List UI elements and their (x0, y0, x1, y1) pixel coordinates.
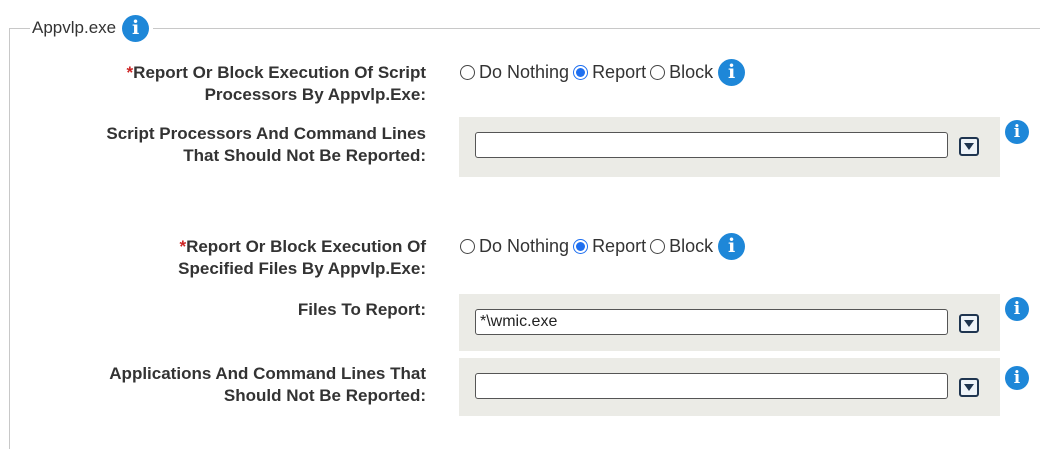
files-to-report-label: Files To Report: (298, 299, 426, 321)
radio-label: Do Nothing (479, 236, 570, 256)
script-processors-exclusions-label: Script Processors And Command Lines That… (106, 123, 426, 167)
radio-label: Report (592, 236, 647, 256)
radio-button[interactable] (650, 65, 666, 80)
radio-label: Block (669, 62, 714, 82)
radio-do-nothing[interactable]: Do Nothing (460, 236, 569, 257)
label-line2: Processors By Appvlp.Exe: (204, 85, 426, 104)
dropdown-arrow-icon[interactable] (959, 314, 979, 333)
info-icon[interactable]: i (1005, 120, 1029, 144)
label-line1: Script Processors And Command Lines (106, 124, 426, 143)
info-icon[interactable]: i (718, 59, 746, 86)
section-title: Appvlp.exe (32, 18, 117, 37)
info-icon[interactable]: i (718, 233, 746, 260)
radio-button[interactable] (650, 239, 666, 254)
files-to-report-panel (459, 294, 1000, 351)
radio-block[interactable]: Block (650, 62, 713, 83)
radio-button-selected[interactable] (573, 65, 589, 80)
label-line1: Report Or Block Execution Of Script (133, 63, 426, 82)
label-line1: Applications And Command Lines That (109, 364, 426, 383)
applications-exclusions-input[interactable] (475, 373, 948, 399)
dropdown-arrow-icon[interactable] (959, 378, 979, 397)
radio-do-nothing[interactable]: Do Nothing (460, 62, 569, 83)
specified-files-action-label: *Report Or Block Execution Of Specified … (178, 236, 426, 280)
label-line1: Report Or Block Execution Of (186, 237, 426, 256)
specified-files-action-radios: Do Nothing Report Block i (460, 233, 746, 260)
info-icon[interactable]: i (122, 14, 150, 42)
script-processors-exclusions-panel (459, 117, 1000, 177)
radio-label: Report (592, 62, 647, 82)
radio-button-selected[interactable] (573, 239, 589, 254)
radio-label: Do Nothing (479, 62, 570, 82)
files-to-report-input[interactable] (475, 309, 948, 335)
radio-button[interactable] (460, 65, 475, 80)
fieldset-legend: Appvlp.exe i (30, 12, 154, 44)
label-line2: Should Not Be Reported: (223, 386, 426, 405)
script-processors-exclusions-input[interactable] (475, 132, 948, 158)
radio-report[interactable]: Report (573, 236, 646, 257)
applications-exclusions-panel (459, 358, 1000, 416)
label-line2: That Should Not Be Reported: (183, 146, 426, 165)
dropdown-arrow-icon[interactable] (959, 137, 979, 156)
label-line2: Specified Files By Appvlp.Exe: (178, 259, 426, 278)
info-icon[interactable]: i (1005, 366, 1029, 390)
radio-label: Block (669, 236, 714, 256)
radio-report[interactable]: Report (573, 62, 646, 83)
radio-button[interactable] (460, 239, 475, 254)
label-text: Files To Report: (297, 300, 426, 319)
info-icon[interactable]: i (1005, 297, 1029, 321)
radio-block[interactable]: Block (650, 236, 713, 257)
applications-exclusions-label: Applications And Command Lines That Shou… (109, 363, 426, 407)
script-processors-action-radios: Do Nothing Report Block i (460, 59, 746, 86)
script-processors-action-label: *Report Or Block Execution Of Script Pro… (127, 62, 426, 106)
